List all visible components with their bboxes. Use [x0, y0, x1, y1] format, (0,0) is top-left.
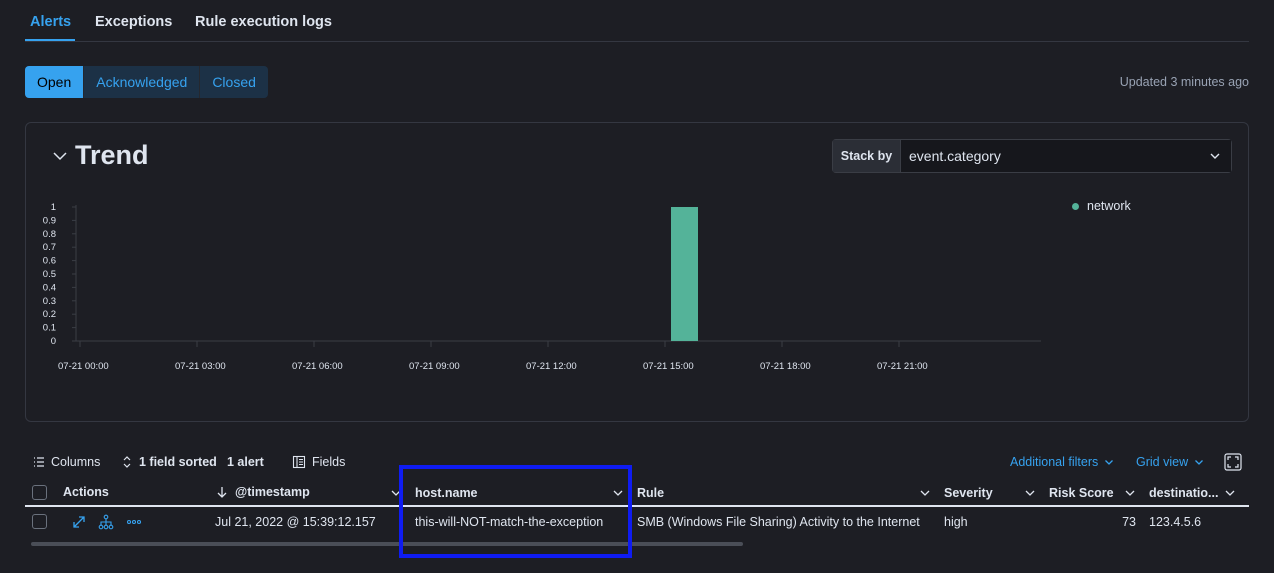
sort-icon	[123, 456, 131, 468]
status-acknowledged-button[interactable]: Acknowledged	[83, 66, 199, 98]
chevron-down-icon	[1195, 460, 1204, 465]
x-tick-label: 07-21 12:00	[526, 361, 577, 372]
tab-rule-execution-logs[interactable]: Rule execution logs	[195, 14, 332, 30]
x-tick-label: 07-21 21:00	[877, 361, 928, 372]
select-all-checkbox[interactable]	[32, 485, 47, 500]
bar-network	[671, 207, 698, 341]
legend-swatch	[1072, 202, 1079, 210]
cell-risk-score[interactable]: 73	[1049, 515, 1136, 529]
tab-bar: Alerts Exceptions Rule execution logs	[25, 0, 1249, 42]
x-tick-label: 07-21 18:00	[760, 361, 811, 372]
cell-rule[interactable]: SMB (Windows File Sharing) Activity to t…	[637, 515, 920, 529]
chevron-down-icon[interactable]	[1024, 487, 1036, 499]
analyze-event-icon[interactable]	[98, 514, 114, 530]
y-tick-label: 0.5	[43, 269, 56, 280]
additional-filters-label: Additional filters	[1010, 455, 1099, 469]
table-row: Jul 21, 2022 @ 15:39:12.157 this-will-NO…	[25, 508, 1249, 536]
chevron-down-icon[interactable]	[919, 487, 931, 499]
more-actions-icon[interactable]	[126, 514, 142, 530]
chevron-down-icon	[1105, 460, 1114, 465]
columns-button[interactable]: Columns	[33, 455, 100, 469]
tab-alerts[interactable]: Alerts	[30, 14, 71, 30]
header-destination[interactable]: destinatio...	[1149, 486, 1218, 500]
list-icon	[34, 457, 44, 467]
header-rule[interactable]: Rule	[637, 486, 664, 500]
trend-panel: Trend Stack by event.category 0 0.1 0.2 0.3…	[25, 122, 1249, 422]
y-tick-label: 0.4	[43, 282, 56, 293]
x-tick-label: 07-21 03:00	[175, 361, 226, 372]
y-tick-label: 1	[51, 202, 56, 213]
status-open-button[interactable]: Open	[25, 66, 84, 98]
header-actions: Actions	[63, 485, 109, 499]
updated-text: Updated 3 minutes ago	[1119, 75, 1249, 89]
grid-view-label: Grid view	[1136, 455, 1189, 469]
y-tick-label: 0.8	[43, 229, 56, 240]
fields-label: Fields	[312, 455, 346, 469]
grid-view-button[interactable]: Grid view	[1136, 455, 1204, 469]
alert-count: 1 alert	[227, 455, 264, 469]
legend-item-network[interactable]: network	[1087, 199, 1131, 213]
header-timestamp[interactable]: @timestamp	[235, 485, 310, 499]
horizontal-scrollbar[interactable]	[31, 542, 743, 546]
header-severity[interactable]: Severity	[944, 486, 993, 500]
cell-severity[interactable]: high	[944, 515, 968, 529]
cell-destination[interactable]: 123.4.5.6	[1149, 515, 1201, 529]
alert-status-filter: Open Acknowledged Closed	[25, 66, 268, 98]
y-tick-label: 0.9	[43, 215, 56, 226]
chevron-down-icon[interactable]	[1224, 487, 1236, 499]
fields-button[interactable]: Fields	[292, 455, 345, 469]
y-tick-label: 0.3	[43, 296, 56, 307]
active-tab-indicator	[25, 39, 75, 41]
row-select-checkbox[interactable]	[32, 514, 47, 529]
columns-label: Columns	[51, 455, 101, 469]
sort-button[interactable]: 1 field sorted	[121, 455, 217, 469]
trend-chart: 0 0.1 0.2 0.3 0.4 0.5 0.6 0.7 0.8 0.9 1 07-21 00:00…	[43, 202, 1041, 372]
chevron-down-icon[interactable]	[1124, 487, 1136, 499]
additional-filters-button[interactable]: Additional filters	[1010, 455, 1114, 469]
x-tick-label: 07-21 09:00	[409, 361, 460, 372]
fullscreen-icon[interactable]	[1224, 453, 1242, 471]
x-tick-label: 07-21 06:00	[292, 361, 343, 372]
table-header-row: Actions @timestamp host.name Rule Severi…	[25, 480, 1249, 507]
tab-exceptions[interactable]: Exceptions	[95, 14, 172, 30]
y-tick-label: 0	[51, 336, 56, 347]
cell-timestamp[interactable]: Jul 21, 2022 @ 15:39:12.157	[215, 515, 376, 529]
fields-browser-icon	[292, 455, 306, 469]
y-tick-label: 0.7	[43, 242, 56, 253]
chart-legend: network	[1072, 199, 1131, 213]
y-tick-label: 0.2	[43, 309, 56, 320]
sort-descending-icon[interactable]	[216, 486, 228, 498]
status-closed-button[interactable]: Closed	[199, 66, 268, 98]
expand-icon[interactable]	[71, 514, 87, 530]
y-tick-label: 0.6	[43, 256, 56, 267]
highlight-box	[399, 465, 632, 558]
x-tick-label: 07-21 15:00	[643, 361, 694, 372]
header-risk-score[interactable]: Risk Score	[1049, 486, 1114, 500]
sorted-fields-label: 1 field sorted	[139, 455, 217, 469]
y-tick-label: 0.1	[43, 323, 56, 334]
x-tick-label: 07-21 00:00	[58, 361, 109, 372]
